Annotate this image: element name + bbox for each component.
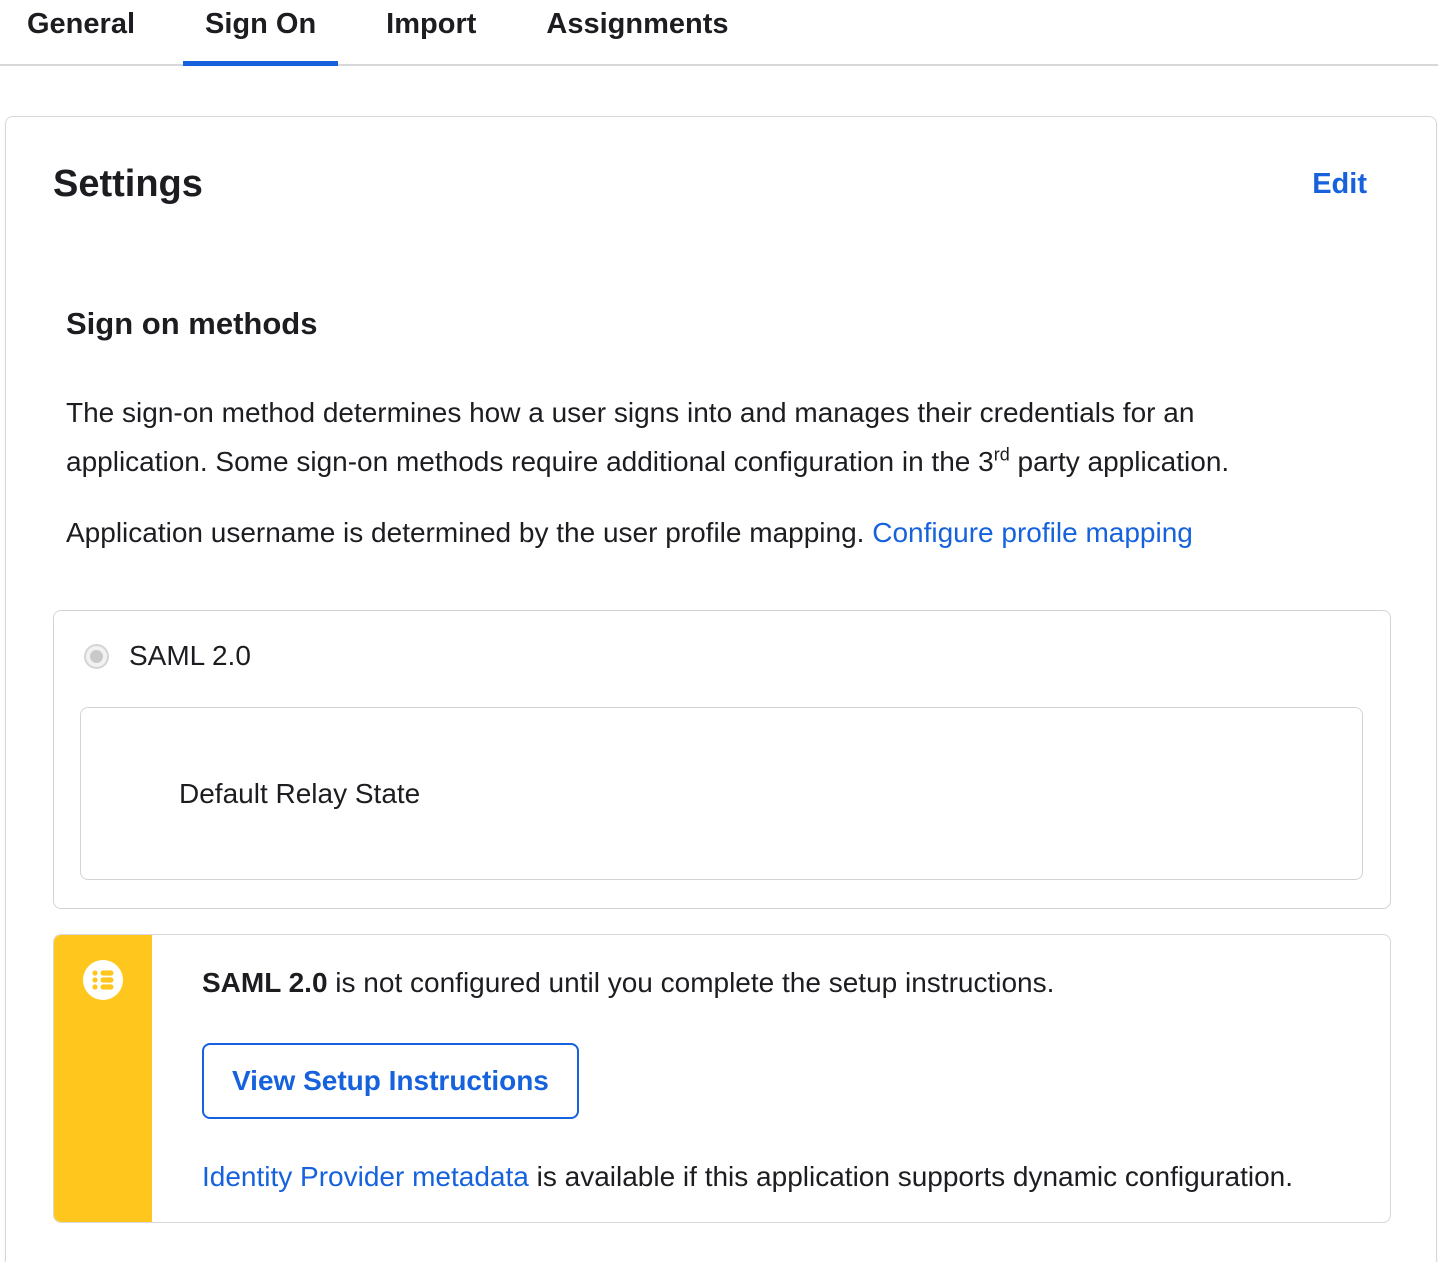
- callout-message: SAML 2.0 is not configured until you com…: [202, 969, 1350, 997]
- saml-radio-label: SAML 2.0: [129, 640, 251, 671]
- edit-button[interactable]: Edit: [1312, 168, 1367, 201]
- sign-on-description-ordinal: rd: [993, 444, 1010, 465]
- tab-sign-on[interactable]: Sign On: [183, 0, 339, 66]
- idp-metadata-line: Identity Provider metadata is available …: [202, 1163, 1350, 1191]
- callout-method-name: SAML 2.0: [202, 967, 328, 998]
- default-relay-state-label: Default Relay State: [179, 777, 421, 809]
- saml-radio-button[interactable]: [84, 643, 109, 669]
- callout-message-text: is not configured until you complete the…: [327, 967, 1055, 998]
- identity-provider-metadata-link[interactable]: Identity Provider metadata: [202, 1161, 529, 1192]
- settings-title: Settings: [53, 163, 203, 205]
- settings-header-row: Settings Edit: [53, 162, 1391, 206]
- idp-metadata-text: is available if this application support…: [528, 1161, 1294, 1192]
- configure-profile-mapping-link[interactable]: Configure profile mapping: [872, 517, 1193, 548]
- saml-radio-dot: [90, 649, 103, 663]
- sign-on-description-tail: party application.: [1009, 446, 1230, 477]
- tab-import[interactable]: Import: [364, 0, 498, 66]
- sign-on-description: The sign-on method determines how a user…: [66, 388, 1316, 486]
- settings-card: Settings Edit Sign on methods The sign-o…: [5, 116, 1437, 1262]
- callout-warning-stripe: [54, 935, 152, 1222]
- username-mapping-text: Application username is determined by th…: [66, 517, 873, 548]
- list-icon: [83, 960, 123, 1000]
- callout-body: SAML 2.0 is not configured until you com…: [152, 935, 1390, 1222]
- saml-radio-row: SAML 2.0: [84, 640, 1363, 671]
- saml-not-configured-callout: SAML 2.0 is not configured until you com…: [53, 934, 1391, 1223]
- default-relay-state-field: Default Relay State: [80, 707, 1363, 880]
- sign-on-methods-heading: Sign on methods: [66, 306, 318, 341]
- saml-method-box: SAML 2.0 Default Relay State: [53, 610, 1391, 909]
- app-tab-bar: General Sign On Import Assignments: [0, 0, 1438, 66]
- tab-general[interactable]: General: [5, 0, 157, 66]
- tab-assignments[interactable]: Assignments: [524, 0, 750, 66]
- username-mapping-line: Application username is determined by th…: [66, 508, 1316, 557]
- view-setup-instructions-button[interactable]: View Setup Instructions: [202, 1043, 579, 1119]
- sign-on-methods-section: Sign on methods The sign-on method deter…: [53, 304, 1391, 557]
